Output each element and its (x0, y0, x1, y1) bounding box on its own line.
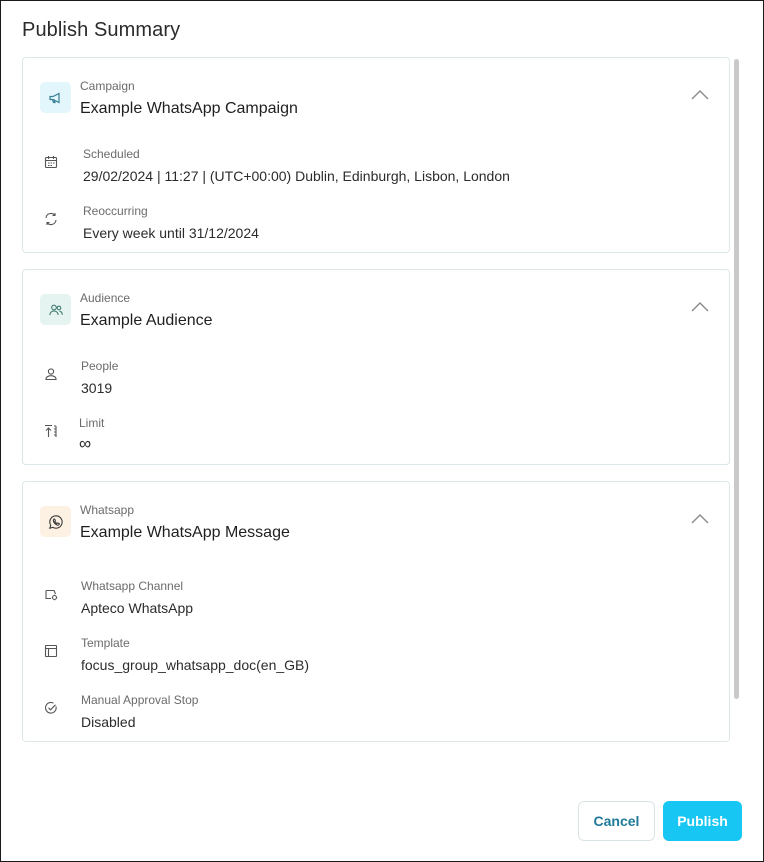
manual-approval-value: Disabled (81, 714, 136, 730)
channel-icon (43, 586, 59, 602)
whatsapp-icon (40, 506, 71, 537)
collapse-campaign-button[interactable] (691, 88, 709, 102)
chevron-up-icon (691, 302, 709, 312)
people-value: 3019 (81, 380, 113, 396)
whatsapp-kicker: Whatsapp (80, 503, 135, 517)
audience-card: Audience Example Audience People 3019 Li… (22, 269, 730, 465)
limit-label: Limit (79, 416, 105, 430)
people-label: People (81, 359, 119, 373)
refresh-icon (43, 211, 59, 227)
limit-icon (43, 423, 59, 439)
manual-approval-label: Manual Approval Stop (81, 693, 199, 707)
chevron-up-icon (691, 514, 709, 524)
cancel-button[interactable]: Cancel (578, 801, 655, 841)
reoccurring-value: Every week until 31/12/2024 (83, 225, 259, 241)
audience-kicker: Audience (80, 291, 131, 305)
campaign-card: Campaign Example WhatsApp Campaign Sched… (22, 57, 730, 253)
person-icon (43, 366, 59, 382)
campaign-kicker: Campaign (80, 79, 135, 93)
collapse-audience-button[interactable] (691, 300, 709, 314)
whatsapp-channel-label: Whatsapp Channel (81, 579, 184, 593)
calendar-icon (43, 154, 59, 170)
scrollbar[interactable] (734, 59, 739, 699)
dialog-title: Publish Summary (22, 19, 181, 41)
reoccurring-label: Reoccurring (83, 204, 148, 218)
whatsapp-card: Whatsapp Example WhatsApp Message Whatsa… (22, 481, 730, 742)
template-label: Template (81, 636, 130, 650)
audience-title: Example Audience (80, 312, 213, 329)
campaign-title: Example WhatsApp Campaign (80, 100, 298, 117)
megaphone-icon (40, 82, 71, 113)
collapse-whatsapp-button[interactable] (691, 512, 709, 526)
publish-summary-dialog: Publish Summary Campaign Example WhatsAp… (0, 0, 764, 862)
chevron-up-icon (691, 90, 709, 100)
template-icon (43, 643, 59, 659)
template-value: focus_group_whatsapp_doc(en_GB) (81, 657, 310, 673)
scheduled-value: 29/02/2024 | 11:27 | (UTC+00:00) Dublin,… (83, 168, 510, 184)
whatsapp-title: Example WhatsApp Message (80, 524, 290, 541)
limit-value: ∞ (79, 434, 92, 453)
scheduled-label: Scheduled (83, 147, 140, 161)
people-group-icon (40, 294, 71, 325)
check-circle-icon (43, 700, 59, 716)
whatsapp-channel-value: Apteco WhatsApp (81, 600, 194, 616)
publish-button[interactable]: Publish (663, 801, 742, 841)
